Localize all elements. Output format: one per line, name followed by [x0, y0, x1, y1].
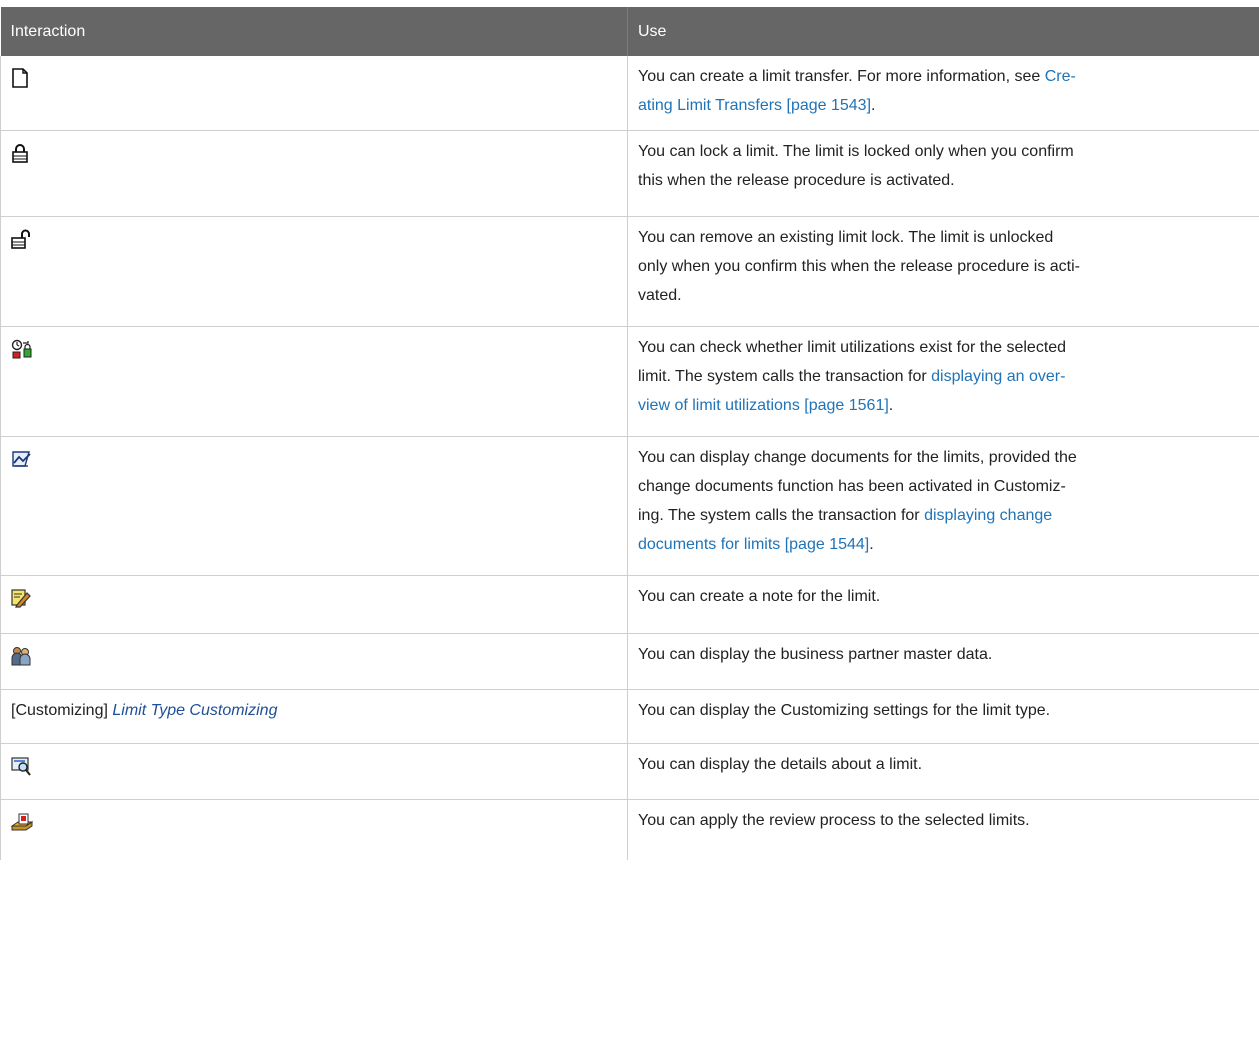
use-cell: You can display the Customizing settings…	[627, 689, 1259, 744]
interaction-cell	[0, 633, 628, 690]
review-process-icon[interactable]	[11, 812, 33, 832]
interaction-cell	[0, 130, 628, 217]
use-cell: You can display the business partner mas…	[627, 633, 1259, 690]
use-cell: You can check whether limit utilizations…	[627, 326, 1259, 437]
link-creating-limit-transfers-cont[interactable]: ating Limit Transfers [page 1543]	[638, 97, 871, 114]
utilization-check-icon[interactable]	[11, 339, 32, 359]
interaction-cell	[0, 575, 628, 634]
table-row: You can display the details about a limi…	[0, 743, 1259, 800]
table-row: You can apply the review process to the …	[0, 799, 1259, 860]
header-use: Use	[627, 7, 1259, 56]
use-cell: You can remove an existing limit lock. T…	[627, 216, 1259, 327]
business-partner-icon[interactable]	[11, 646, 31, 666]
limit-type-customizing-link[interactable]: Limit Type Customizing	[112, 702, 277, 719]
table-row: You can display the business partner mas…	[0, 633, 1259, 690]
interaction-cell	[0, 216, 628, 327]
link-creating-limit-transfers[interactable]: Cre-	[1045, 68, 1076, 85]
table-row: You can check whether limit utilizations…	[0, 326, 1259, 437]
create-document-icon[interactable]	[11, 68, 31, 88]
use-cell: You can display change documents for the…	[627, 436, 1259, 576]
create-note-icon[interactable]	[11, 588, 31, 608]
interaction-cell	[0, 743, 628, 800]
interaction-cell	[0, 436, 628, 576]
table-header-row: Interaction Use	[0, 7, 1259, 56]
lock-icon[interactable]	[11, 143, 31, 163]
unlock-icon[interactable]	[11, 229, 31, 249]
link-displaying-overview-limit-utilizations[interactable]: displaying an over-	[931, 368, 1065, 385]
use-cell: You can create a limit transfer. For mor…	[627, 56, 1259, 131]
link-displaying-overview-limit-utilizations-cont[interactable]: view of limit utilizations [page 1561]	[638, 397, 889, 414]
details-icon[interactable]	[11, 756, 31, 776]
interaction-cell	[0, 326, 628, 437]
interaction-cell	[0, 799, 628, 860]
table-row: You can remove an existing limit lock. T…	[0, 216, 1259, 327]
interaction-cell: [Customizing] Limit Type Customizing	[0, 689, 628, 744]
interaction-cell	[0, 56, 628, 131]
use-cell: You can display the details about a limi…	[627, 743, 1259, 800]
interaction-table: Interaction Use You can create a limit t…	[0, 7, 1259, 860]
table-row: You can create a limit transfer. For mor…	[0, 56, 1259, 131]
table-row: You can create a note for the limit.	[0, 575, 1259, 634]
link-displaying-change-documents[interactable]: displaying change	[924, 507, 1052, 524]
table-row: You can lock a limit. The limit is locke…	[0, 130, 1259, 217]
table-row: You can display change documents for the…	[0, 436, 1259, 576]
change-documents-icon[interactable]	[11, 449, 31, 469]
use-cell: You can create a note for the limit.	[627, 575, 1259, 634]
use-cell: You can apply the review process to the …	[627, 799, 1259, 860]
use-cell: You can lock a limit. The limit is locke…	[627, 130, 1259, 217]
table-row: [Customizing] Limit Type Customizing You…	[0, 689, 1259, 744]
link-displaying-change-documents-cont[interactable]: documents for limits [page 1544]	[638, 536, 869, 553]
header-interaction: Interaction	[0, 7, 628, 56]
